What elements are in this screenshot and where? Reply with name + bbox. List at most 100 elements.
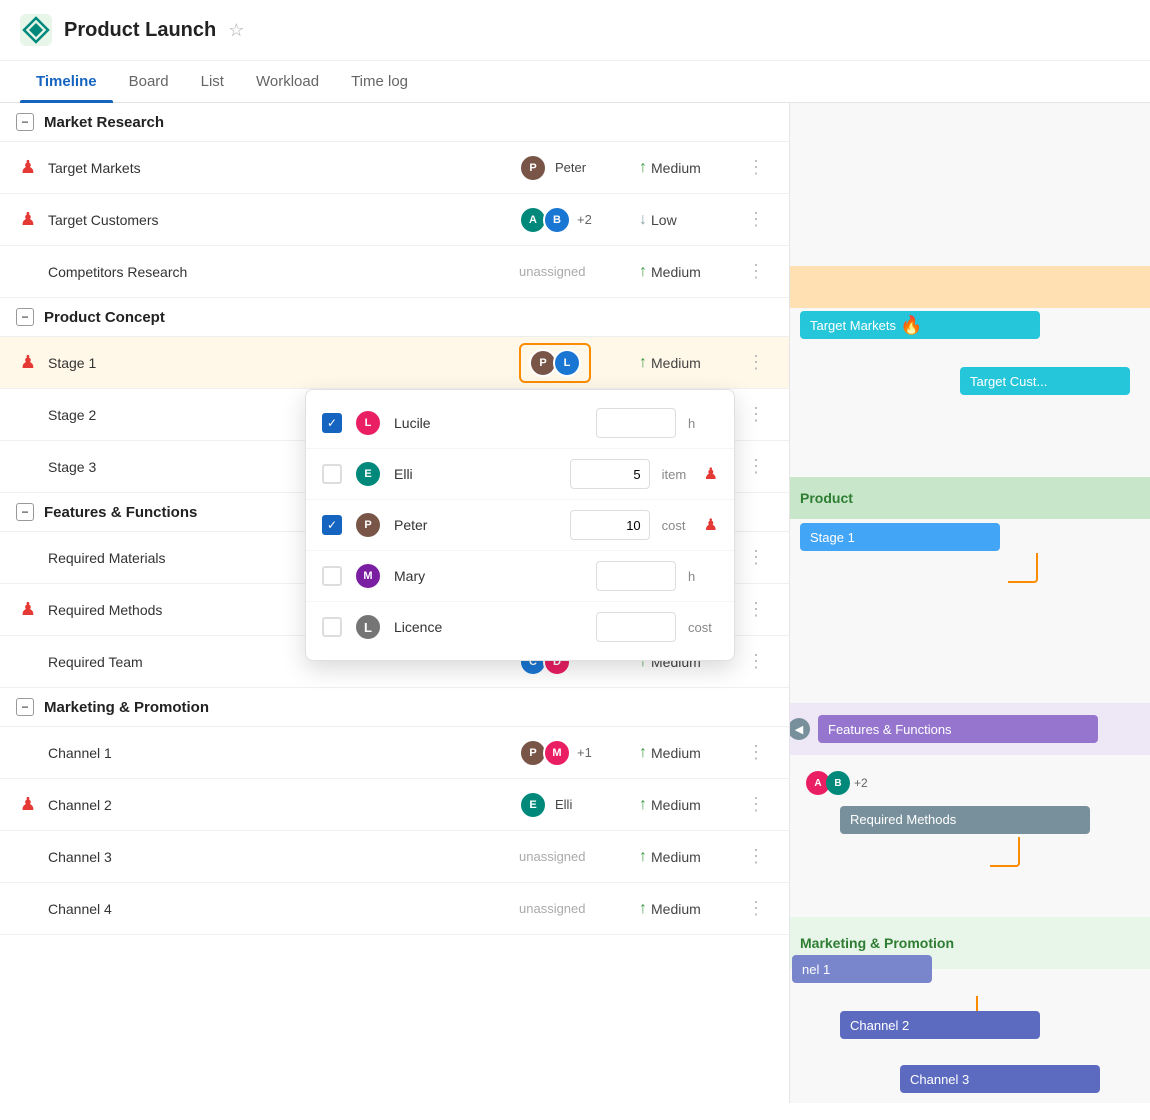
gantt-bar-label-channel2: Channel 2 [840,1011,1040,1039]
gantt-row-required-materials: A B +2 [790,757,1150,809]
more-menu-channel1[interactable]: ⋮ [739,738,773,767]
priority-channel2: ↑ Medium [639,796,739,814]
unassigned-ch3: unassigned [519,849,586,864]
task-row-channel2: ♟ Channel 2 E Elli ↑ Medium ⋮ [0,779,789,831]
group-collapse-market-research[interactable]: − [16,113,34,131]
checkbox-licence[interactable] [322,617,342,637]
unit-lucile: h [688,416,718,431]
priority-label-customers: Low [651,212,677,228]
checkbox-lucile[interactable]: ✓ [322,413,342,433]
app-title: Product Launch [64,19,216,42]
gantt-label-product-concept: Product [800,490,853,506]
main-content: − Market Research ♟ Target Markets P Pet… [0,103,1150,1103]
person-flag-peter: ♟ [704,515,718,535]
more-menu-stage3[interactable]: ⋮ [739,452,773,481]
priority-label-ch4: Medium [651,901,701,917]
priority-up-ch4: ↑ [639,900,647,918]
avatar-lucile: L [354,409,382,437]
priority-up-icon-competitors: ↑ [639,263,647,281]
unit-elli: item [662,467,692,482]
input-licence[interactable] [596,612,676,642]
tab-board[interactable]: Board [113,61,185,102]
gantt-bar-label-channel3: Channel 3 [900,1065,1100,1093]
name-elli: Elli [394,466,558,482]
task-name-channel1: Channel 1 [40,745,519,761]
priority-label-ch1: Medium [651,745,701,761]
input-mary[interactable] [596,561,676,591]
task-name-target-customers: Target Customers [40,212,519,228]
assignee-channel3: unassigned [519,849,639,864]
checkbox-peter[interactable]: ✓ [322,515,342,535]
checkbox-mary[interactable] [322,566,342,586]
assignee-channel4: unassigned [519,901,639,916]
tab-workload[interactable]: Workload [240,61,335,102]
gantt-bar-target-markets: Target Markets 🔥 A [800,313,830,337]
tab-timeline[interactable]: Timeline [20,61,113,102]
priority-channel4: ↑ Medium [639,900,739,918]
assignee-competitors: unassigned [519,264,639,279]
assignee-stage1[interactable]: P L [519,343,639,383]
extra-ch1: +1 [577,745,592,760]
task-row-channel3: Channel 3 unassigned ↑ Medium ⋮ [0,831,789,883]
gantt-bar-stage1: Stage 1 P [800,525,830,549]
tab-list[interactable]: List [185,61,240,102]
task-name-channel4: Channel 4 [40,901,519,917]
more-menu-channel4[interactable]: ⋮ [739,894,773,923]
more-menu-channel2[interactable]: ⋮ [739,790,773,819]
unit-mary: h [688,569,718,584]
unassigned-ch4: unassigned [519,901,586,916]
more-menu-required-methods[interactable]: ⋮ [739,595,773,624]
person-flag-elli: ♟ [704,464,718,484]
more-menu-target-customers[interactable]: ⋮ [739,205,773,234]
group-collapse-product-concept[interactable]: − [16,308,34,326]
more-menu-required-team[interactable]: ⋮ [739,647,773,676]
priority-label-stage1: Medium [651,355,701,371]
gantt-extra-rm: +2 [854,776,868,790]
gantt-bar-required-methods: Required Methods 🔥 [840,809,866,830]
group-collapse-features-functions[interactable]: − [16,503,34,521]
group-label-market-research: Market Research [44,114,164,131]
input-lucile[interactable] [596,408,676,438]
assignee-channel1: P M +1 [519,739,639,767]
gantt-collapse-ff-btn[interactable]: ◀ [790,718,810,740]
group-label-product-concept: Product Concept [44,309,165,326]
assignee-bordered-stage1[interactable]: P L [519,343,591,383]
arrow-stage1 [1008,553,1038,583]
person-icon-target-markets: ♟ [16,157,40,178]
gantt-group-product-concept: Product [790,477,1150,519]
assignee-name-peter: Peter [555,160,586,175]
gantt-rm-content: A B +2 [800,771,868,795]
tab-timelog[interactable]: Time log [335,61,424,102]
priority-up-ch2: ↑ [639,796,647,814]
more-menu-target-markets[interactable]: ⋮ [739,153,773,182]
name-peter: Peter [394,517,558,533]
more-menu-rm[interactable]: ⋮ [739,543,773,572]
assignee-target-customers: A B +2 [519,206,639,234]
priority-up-icon: ↑ [639,159,647,177]
more-menu-channel3[interactable]: ⋮ [739,842,773,871]
assignee-target-markets: P Peter [519,154,639,182]
assignee-extra-target-customers: +2 [577,212,592,227]
dropdown-item-elli: E Elli item ♟ [306,449,734,500]
gantt-panel: Target Markets 🔥 A Target Cust... Produc… [790,103,1150,1103]
gantt-bar-label-channel1: nel 1 [792,955,932,983]
input-peter[interactable] [570,510,650,540]
gantt-group-market-research [790,266,1150,308]
priority-down-icon: ↓ [639,211,647,229]
checkbox-elli[interactable] [322,464,342,484]
priority-target-customers: ↓ Low [639,211,739,229]
more-menu-stage2[interactable]: ⋮ [739,400,773,429]
group-label-features-functions: Features & Functions [44,504,197,521]
dropdown-item-mary: M Mary h [306,551,734,602]
arrow-rm [990,837,1020,867]
more-menu-competitors[interactable]: ⋮ [739,257,773,286]
avatar-peter-dd: P [354,511,382,539]
task-row-competitors-research: Competitors Research unassigned ↑ Medium… [0,246,789,298]
priority-up-icon-stage1: ↑ [639,354,647,372]
more-menu-stage1[interactable]: ⋮ [739,348,773,377]
app-header: Product Launch ☆ [0,0,1150,61]
priority-up-ch3: ↑ [639,848,647,866]
star-icon[interactable]: ☆ [228,20,244,41]
group-collapse-marketing[interactable]: − [16,698,34,716]
input-elli[interactable] [570,459,650,489]
